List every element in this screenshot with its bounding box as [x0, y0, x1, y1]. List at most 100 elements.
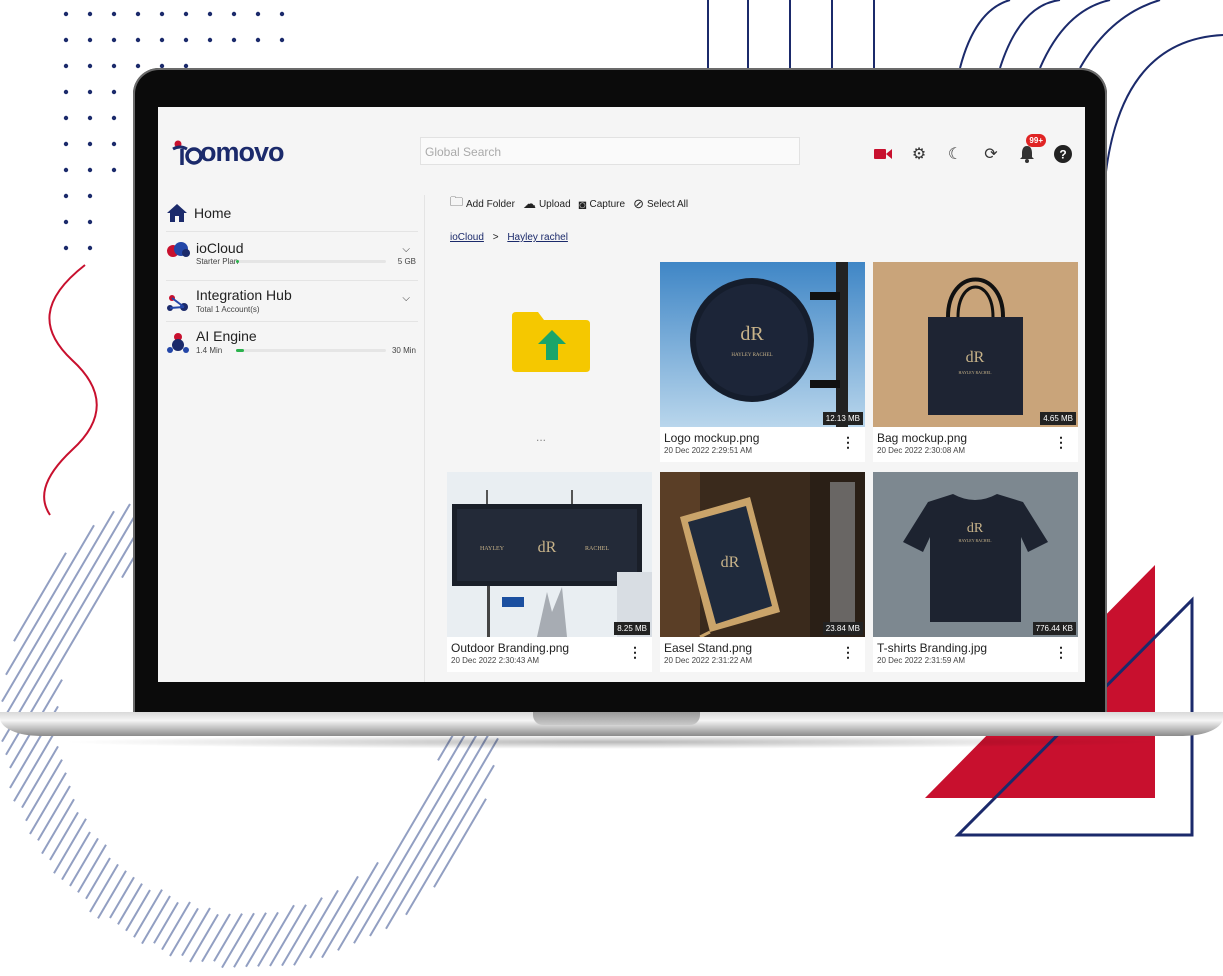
file-tile[interactable]: dR HAYLEY RACHEL 4.65 MB Bag mockup.png … [873, 262, 1078, 462]
home-icon [167, 204, 187, 222]
svg-text:HAYLEY RACHEL: HAYLEY RACHEL [731, 353, 772, 358]
omovo-logo[interactable]: omovo [170, 137, 285, 168]
file-thumbnail: dR HAYLEY RACHEL 4.65 MB [873, 262, 1078, 427]
upload-button[interactable]: ☁ Upload [523, 196, 571, 212]
capture-button[interactable]: ◙ Capture [579, 197, 625, 212]
file-size-badge: 4.65 MB [1040, 412, 1076, 425]
breadcrumb-root[interactable]: ioCloud [450, 232, 484, 243]
folder-up-icon [512, 312, 590, 372]
notification-badge: 99+ [1026, 134, 1046, 147]
ai-limit: 30 Min [391, 346, 416, 355]
select-all-label: Select All [646, 198, 689, 210]
file-tile[interactable]: dR HAYLEY RACHEL 776.44 KB T-shirts Bran… [873, 472, 1078, 672]
svg-text:dR: dR [967, 521, 984, 536]
more-options-icon[interactable]: ⋮ [841, 644, 855, 661]
help-icon[interactable]: ? [1053, 144, 1073, 164]
folder-more-dots: ... [536, 430, 547, 444]
logo-text: omovo [200, 137, 285, 167]
more-options-icon[interactable]: ⋮ [841, 434, 855, 451]
add-folder-label: Add Folder [466, 198, 515, 210]
svg-text:?: ? [1059, 148, 1066, 162]
search-placeholder: Global Search [425, 145, 502, 159]
file-tile[interactable]: dR 23.84 MB Easel Stand.png 20 Dec 2022 … [660, 472, 865, 672]
breadcrumb-current[interactable]: Hayley rachel [507, 232, 568, 243]
file-thumbnail: dR HAYLEY RACHEL 776.44 KB [873, 472, 1078, 637]
file-date: 20 Dec 2022 2:30:43 AM [451, 656, 540, 665]
top-bar: omovo Global Search ⚙ ☾ ⟳ 99+ ? [158, 107, 1085, 197]
ai-progress-fill [236, 349, 244, 352]
file-thumbnail: dR HAYLEY RACHEL 8.25 MB [447, 472, 652, 637]
svg-text:HAYLEY RACHEL: HAYLEY RACHEL [959, 538, 992, 543]
bell-icon[interactable]: 99+ [1017, 134, 1046, 164]
chevron-down-icon[interactable]: ⌵ [402, 293, 410, 304]
chevron-down-icon[interactable]: ⌵ [402, 244, 410, 255]
file-name: Easel Stand.png [664, 641, 753, 655]
sidebar-item-home[interactable]: Home [166, 195, 418, 232]
storage-progress-bar [236, 260, 386, 263]
refresh-icon[interactable]: ⟳ [981, 144, 1001, 164]
sidebar-item-iocloud[interactable]: ioCloud Starter Plan 5 GB ⌵ [166, 232, 418, 281]
file-date: 20 Dec 2022 2:31:22 AM [664, 656, 753, 665]
file-size-badge: 12.13 MB [822, 412, 863, 425]
svg-text:HAYLEY: HAYLEY [480, 546, 505, 552]
file-size-badge: 23.84 MB [822, 622, 863, 635]
check-circle-icon: ⊘ [633, 196, 644, 211]
file-tile[interactable]: dR HAYLEY RACHEL 12.13 MB Logo mockup.pn… [660, 262, 865, 462]
file-toolbar: 🗀 Add Folder ☁ Upload ◙ Capture ⊘ Select All [450, 193, 688, 215]
more-options-icon[interactable]: ⋮ [1054, 434, 1068, 451]
cloud-icon [167, 242, 190, 257]
file-thumbnail: dR HAYLEY RACHEL 12.13 MB [660, 262, 865, 427]
video-camera-icon[interactable] [873, 144, 893, 164]
storage-limit: 5 GB [397, 257, 416, 266]
svg-text:RACHEL: RACHEL [585, 546, 609, 552]
file-date: 20 Dec 2022 2:31:59 AM [877, 656, 966, 665]
sidebar-item-label: Home [194, 205, 232, 221]
svg-text:dR: dR [966, 349, 985, 366]
file-size-badge: 8.25 MB [614, 622, 650, 635]
file-name: Bag mockup.png [877, 431, 968, 445]
ai-used: 1.4 Min [196, 346, 223, 355]
storage-progress-fill [236, 260, 239, 263]
app-screen: omovo Global Search ⚙ ☾ ⟳ 99+ ? Home ioC… [158, 107, 1085, 682]
breadcrumb: ioCloud > Hayley rachel [450, 232, 568, 243]
laptop-notch [533, 712, 700, 725]
logo-mark-icon [172, 140, 203, 165]
sidebar-item-label: AI Engine [196, 328, 257, 344]
laptop-shadow [60, 735, 1163, 749]
file-date: 20 Dec 2022 2:30:08 AM [877, 446, 966, 455]
svg-text:dR: dR [740, 323, 764, 345]
file-name: Outdoor Branding.png [451, 641, 570, 655]
moon-icon[interactable]: ☾ [945, 144, 965, 164]
breadcrumb-separator: > [492, 232, 499, 243]
more-options-icon[interactable]: ⋮ [628, 644, 642, 661]
sidebar-item-integration-hub[interactable]: Integration Hub Total 1 Account(s) ⌵ [166, 281, 418, 322]
gear-icon[interactable]: ⚙ [909, 144, 929, 164]
svg-text:HAYLEY RACHEL: HAYLEY RACHEL [959, 370, 992, 375]
upload-label: Upload [538, 198, 571, 210]
svg-text:dR: dR [721, 554, 740, 571]
ai-progress-bar [236, 349, 386, 352]
file-thumbnail: dR 23.84 MB [660, 472, 865, 637]
global-search-input[interactable]: Global Search [420, 137, 800, 165]
file-name: T-shirts Branding.jpg [877, 641, 988, 655]
sidebar-item-label: Integration Hub [196, 287, 292, 303]
parent-folder-tile[interactable]: ... [438, 262, 643, 462]
file-size-badge: 776.44 KB [1032, 622, 1076, 635]
camera-icon: ◙ [578, 196, 587, 212]
integration-icon [167, 295, 188, 311]
sidebar: Home ioCloud Starter Plan 5 GB ⌵ Integra… [158, 195, 425, 682]
accounts-count: Total 1 Account(s) [196, 305, 260, 314]
file-name: Logo mockup.png [664, 431, 760, 445]
file-tile[interactable]: dR HAYLEY RACHEL 8.25 MB Outdoor Brandin… [447, 472, 652, 672]
select-all-button[interactable]: ⊘ Select All [633, 196, 688, 212]
ai-engine-icon [167, 333, 189, 353]
svg-text:dR: dR [538, 539, 557, 556]
add-folder-button[interactable]: 🗀 Add Folder [450, 193, 515, 215]
cloud-upload-icon: ☁ [522, 196, 536, 211]
file-browser: 🗀 Add Folder ☁ Upload ◙ Capture ⊘ Select All… [438, 187, 1078, 682]
plan-label: Starter Plan [196, 257, 239, 266]
file-date: 20 Dec 2022 2:29:51 AM [664, 446, 753, 455]
top-icons: ⚙ ☾ ⟳ 99+ ? [873, 134, 1073, 165]
more-options-icon[interactable]: ⋮ [1054, 644, 1068, 661]
sidebar-item-ai-engine[interactable]: AI Engine 1.4 Min 30 Min [166, 322, 418, 362]
